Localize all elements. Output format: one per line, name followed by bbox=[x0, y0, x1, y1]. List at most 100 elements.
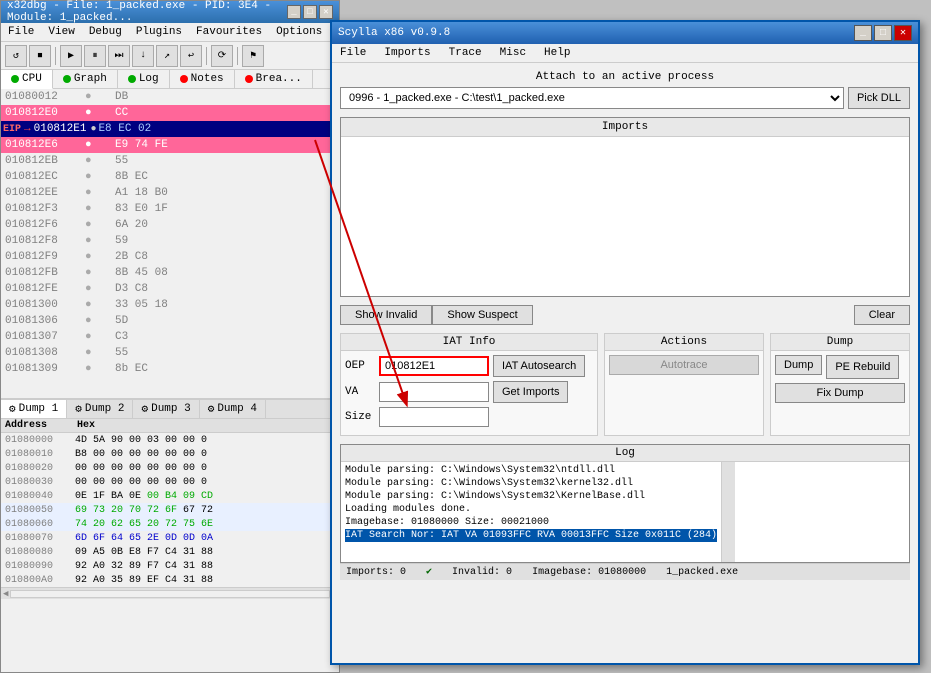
scylla-title-buttons: _ □ ✕ bbox=[854, 25, 912, 41]
x32dbg-maximize-button[interactable]: □ bbox=[303, 5, 317, 19]
imports-content[interactable] bbox=[341, 137, 909, 292]
disasm-row-13[interactable]: 01081300 ● 33 05 18 bbox=[1, 297, 339, 313]
dump-row-7[interactable]: 01080070 6D 6F 64 65 2E 0D 0D 0A bbox=[1, 531, 339, 545]
show-suspect-button[interactable]: Show Suspect bbox=[432, 305, 532, 325]
tab-cpu[interactable]: CPU bbox=[1, 70, 53, 89]
autotrace-button[interactable]: Autotrace bbox=[609, 355, 759, 375]
fix-dump-button[interactable]: Fix Dump bbox=[775, 383, 905, 403]
disasm-row-9[interactable]: 010812F8 ● 59 bbox=[1, 233, 339, 249]
disasm-addr-17: 01081309 bbox=[5, 363, 85, 375]
disasm-row-7[interactable]: 010812F3 ● 83 E0 1F bbox=[1, 201, 339, 217]
dump-tab-3[interactable]: ⚙ Dump 3 bbox=[133, 400, 199, 418]
dump-row-3[interactable]: 01080030 00 00 00 00 00 00 00 0 bbox=[1, 475, 339, 489]
scylla-menu-trace[interactable]: Trace bbox=[445, 46, 486, 60]
toolbar-btn-1[interactable]: ↺ bbox=[5, 45, 27, 67]
oep-input[interactable] bbox=[379, 356, 489, 376]
disasm-row-3[interactable]: 010812E6 ● E9 74 FE bbox=[1, 137, 339, 153]
disasm-bytes-0: DB bbox=[115, 91, 235, 103]
disasm-row-11[interactable]: 010812FB ● 8B 45 08 bbox=[1, 265, 339, 281]
scylla-menu-misc[interactable]: Misc bbox=[496, 46, 530, 60]
disasm-row-5[interactable]: 010812EC ● 8B EC bbox=[1, 169, 339, 185]
dump-row-0[interactable]: 01080000 4D 5A 90 00 03 00 00 0 bbox=[1, 433, 339, 447]
toolbar-btn-9[interactable]: ⟳ bbox=[211, 45, 233, 67]
pick-dll-button[interactable]: Pick DLL bbox=[848, 87, 910, 109]
dump-scrollbar[interactable]: ◀ ▶ bbox=[1, 587, 339, 599]
disasm-row-12[interactable]: 010812FE ● D3 C8 bbox=[1, 281, 339, 297]
clear-button[interactable]: Clear bbox=[854, 305, 910, 325]
dump-row-6[interactable]: 01080060 74 20 62 65 20 72 75 6E bbox=[1, 517, 339, 531]
dump-row-8[interactable]: 01080080 09 A5 0B E8 F7 C4 31 88 bbox=[1, 545, 339, 559]
x32dbg-minimize-button[interactable]: _ bbox=[287, 5, 301, 19]
x32dbg-close-button[interactable]: ✕ bbox=[319, 5, 333, 19]
toolbar-btn-10[interactable]: ⚑ bbox=[242, 45, 264, 67]
disasm-row-0[interactable]: 01080012 ● DB bbox=[1, 89, 339, 105]
pe-rebuild-button[interactable]: PE Rebuild bbox=[826, 355, 899, 379]
menu-file[interactable]: File bbox=[5, 25, 37, 39]
disasm-row-17[interactable]: 01081309 ● 8b EC bbox=[1, 361, 339, 377]
disasm-row-4[interactable]: 010812EB ● 55 bbox=[1, 153, 339, 169]
disasm-row-16[interactable]: 01081308 ● 55 bbox=[1, 345, 339, 361]
disasm-addr-4: 010812EB bbox=[5, 155, 85, 167]
dump-button[interactable]: Dump bbox=[775, 355, 822, 375]
attach-label: Attach to an active process bbox=[340, 71, 910, 83]
disasm-row-6[interactable]: 010812EE ● A1 18 B0 bbox=[1, 185, 339, 201]
menu-debug[interactable]: Debug bbox=[86, 25, 125, 39]
log-scrollbar[interactable] bbox=[721, 462, 735, 562]
scylla-menu-imports[interactable]: Imports bbox=[380, 46, 434, 60]
dump-row-10[interactable]: 010800A0 92 A0 35 89 EF C4 31 88 bbox=[1, 573, 339, 587]
show-invalid-button[interactable]: Show Invalid bbox=[340, 305, 432, 325]
disasm-row-1[interactable]: 010812E0 ● CC bbox=[1, 105, 339, 121]
scylla-minimize-button[interactable]: _ bbox=[854, 25, 872, 41]
iat-info-content: OEP IAT Autosearch VA Get Imports Size bbox=[341, 351, 597, 435]
disasm-addr-13: 01081300 bbox=[5, 299, 85, 311]
disasm-row-10[interactable]: 010812F9 ● 2B C8 bbox=[1, 249, 339, 265]
disasm-row-eip[interactable]: EIP → 010812E1 ● E8 EC 02 bbox=[1, 121, 339, 137]
menu-favourites[interactable]: Favourites bbox=[193, 25, 265, 39]
scroll-left-arrow[interactable]: ◀ bbox=[1, 589, 10, 599]
scylla-close-button[interactable]: ✕ bbox=[894, 25, 912, 41]
dump-row-5[interactable]: 01080050 69 73 20 70 72 6F 67 72 bbox=[1, 503, 339, 517]
tab-brea-indicator bbox=[245, 75, 253, 83]
tab-brea[interactable]: Brea... bbox=[235, 70, 313, 88]
toolbar-btn-2[interactable]: ⏹ bbox=[29, 45, 51, 67]
dump-tab-1[interactable]: ⚙ Dump 1 bbox=[1, 400, 67, 418]
dump-tabs: ⚙ Dump 1 ⚙ Dump 2 ⚙ Dump 3 ⚙ Dump 4 bbox=[1, 399, 339, 419]
disasm-bytes-17: 8b EC bbox=[115, 363, 235, 375]
dump-row-1[interactable]: 01080010 B8 00 00 00 00 00 00 0 bbox=[1, 447, 339, 461]
dump-bytes-8: 09 A5 0B E8 F7 C4 31 88 bbox=[75, 547, 275, 558]
va-input[interactable] bbox=[379, 382, 489, 402]
scylla-menu-help[interactable]: Help bbox=[540, 46, 574, 60]
disasm-row-15[interactable]: 01081307 ● C3 bbox=[1, 329, 339, 345]
log-inner: Module parsing: C:\Windows\System32\ntdl… bbox=[341, 462, 909, 562]
tab-graph[interactable]: Graph bbox=[53, 70, 118, 88]
scylla-menu-file[interactable]: File bbox=[336, 46, 370, 60]
dump-tab-4[interactable]: ⚙ Dump 4 bbox=[200, 400, 266, 418]
toolbar-btn-4[interactable]: ⏸ bbox=[84, 45, 106, 67]
menu-plugins[interactable]: Plugins bbox=[133, 25, 185, 39]
tab-notes[interactable]: Notes bbox=[170, 70, 235, 88]
get-imports-button[interactable]: Get Imports bbox=[493, 381, 568, 403]
scroll-track[interactable] bbox=[10, 590, 329, 598]
toolbar-btn-8[interactable]: ↩ bbox=[180, 45, 202, 67]
toolbar-btn-5[interactable]: ⏭ bbox=[108, 45, 130, 67]
size-input[interactable] bbox=[379, 407, 489, 427]
menu-view[interactable]: View bbox=[45, 25, 77, 39]
disasm-dot-16: ● bbox=[85, 347, 115, 359]
log-label: Log bbox=[341, 445, 909, 462]
menu-options[interactable]: Options bbox=[273, 25, 325, 39]
tab-log[interactable]: Log bbox=[118, 70, 170, 88]
dump-row-4[interactable]: 01080040 0E 1F BA 0E 00 B4 09 CD bbox=[1, 489, 339, 503]
toolbar-btn-7[interactable]: ↗ bbox=[156, 45, 178, 67]
disasm-row-14[interactable]: 01081306 ● 5D bbox=[1, 313, 339, 329]
scylla-maximize-button[interactable]: □ bbox=[874, 25, 892, 41]
dump-row-9[interactable]: 01080090 92 A0 32 89 F7 C4 31 88 bbox=[1, 559, 339, 573]
toolbar-btn-6[interactable]: ↓ bbox=[132, 45, 154, 67]
disasm-row-8[interactable]: 010812F6 ● 6A 20 bbox=[1, 217, 339, 233]
iat-autosearch-button[interactable]: IAT Autosearch bbox=[493, 355, 585, 377]
disasm-dot-1: ● bbox=[85, 107, 115, 119]
attach-process-select[interactable]: 0996 - 1_packed.exe - C:\test\1_packed.e… bbox=[340, 87, 844, 109]
disasm-dot-8: ● bbox=[85, 219, 115, 231]
dump-row-2[interactable]: 01080020 00 00 00 00 00 00 00 0 bbox=[1, 461, 339, 475]
toolbar-btn-3[interactable]: ▶ bbox=[60, 45, 82, 67]
dump-tab-2[interactable]: ⚙ Dump 2 bbox=[67, 400, 133, 418]
